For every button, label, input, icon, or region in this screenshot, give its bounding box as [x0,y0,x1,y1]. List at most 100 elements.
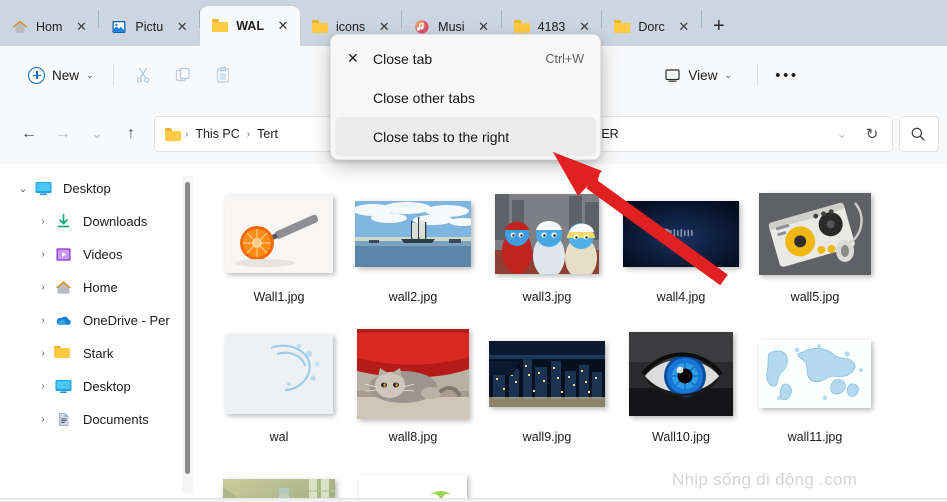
file-item[interactable]: wall [346,466,480,502]
new-tab-button[interactable]: + [702,10,736,42]
file-item[interactable]: wall5.jpg [748,186,882,326]
breadcrumb-this-pc[interactable]: This PC [190,125,244,143]
chevron-right-icon[interactable]: › [32,249,54,260]
file-name: wall3.jpg [522,290,572,304]
view-button[interactable]: View ⌄ [654,59,742,91]
sidebar-item-videos[interactable]: › Videos [0,238,182,271]
thumbnail [623,326,739,422]
desktop-icon [34,180,54,198]
new-button-label: New [52,67,80,83]
sidebar-item-stark[interactable]: › Stark [0,337,182,370]
sidebar-item-onedrive[interactable]: › OneDrive - Per [0,304,182,337]
navigation-pane-scrollbar[interactable] [182,176,193,494]
thumbnail [757,326,873,422]
thumbnail [355,326,471,422]
up-button[interactable]: ↑ [114,117,148,151]
toolbar-divider [112,64,114,86]
new-button[interactable]: New ⌄ [18,59,104,91]
breadcrumb-separator: › [246,128,251,140]
sidebar-item-desktop[interactable]: › Desktop [0,370,182,403]
breadcrumb-tert[interactable]: Tert [252,125,283,143]
tab-label: Hom [36,20,63,34]
menu-item-close-tab[interactable]: ✕ Close tab Ctrl+W [335,39,596,78]
folder-icon [165,127,181,141]
file-grid: Wall1.jpg wall2.jpg wall3.jpg wall4.jpg … [194,164,947,502]
file-item[interactable]: Wall12.jpg [212,466,346,502]
chevron-right-icon[interactable]: › [32,381,54,392]
menu-item-close-tabs-to-the-right[interactable]: Close tabs to the right [335,117,596,156]
tab-label: Dorc [638,20,665,34]
file-item[interactable]: Wall1.jpg [212,186,346,326]
file-item[interactable]: wall8.jpg [346,326,480,466]
copy-button[interactable] [163,58,203,92]
tab-close-button[interactable]: ✕ [673,16,695,38]
file-name: wall4.jpg [656,290,706,304]
sidebar-item-label: Desktop [83,379,131,394]
documents-icon [54,411,74,429]
file-item[interactable]: wal [212,326,346,466]
ellipsis-icon: ••• [775,66,799,84]
chevron-right-icon[interactable]: › [32,414,54,425]
tab-pictures[interactable]: Pictu ✕ [99,8,199,46]
toolbar-divider [757,64,758,86]
menu-item-label: Close other tabs [373,89,475,106]
cut-button[interactable] [123,58,163,92]
video-icon [54,246,74,264]
thumbnail [221,326,337,422]
sidebar-item-label: Documents [83,412,149,427]
file-name: wall5.jpg [790,290,840,304]
file-explorer-window: Hom ✕ Pictu ✕ WAL ✕ icons ✕ Musi ✕ 4183 … [0,0,947,502]
address-dropdown-button[interactable]: ⌄ [828,120,856,148]
chevron-down-icon: ⌄ [724,69,732,80]
music-icon [414,19,430,35]
monitor-icon [665,68,681,82]
close-icon: ✕ [347,50,359,66]
watermark-text: Nhịp sống di động .com [672,470,858,489]
refresh-button[interactable]: ↻ [858,120,886,148]
sidebar-item-desktop-root[interactable]: ⌄ Desktop [0,172,182,205]
menu-item-close-other-tabs[interactable]: Close other tabs [335,78,596,117]
tab-close-button[interactable]: ✕ [272,15,294,37]
tab-label: icons [335,20,366,34]
recent-locations-button[interactable]: ⌄ [80,117,114,151]
scrollbar-thumb[interactable] [185,182,190,474]
file-item[interactable]: wall9.jpg [480,326,614,466]
thumbnail [221,186,337,282]
file-name: wall9.jpg [522,430,572,444]
thumbnail [489,326,605,422]
file-item[interactable]: wall11.jpg [748,326,882,466]
tab-documents[interactable]: Dorc ✕ [602,8,700,46]
sidebar-item-documents[interactable]: › Documents [0,403,182,436]
search-input[interactable] [899,116,939,152]
tab-wallpaper-active[interactable]: WAL ✕ [200,6,300,46]
chevron-down-icon[interactable]: ⌄ [12,182,34,195]
sidebar-item-downloads[interactable]: › Downloads [0,205,182,238]
sidebar-item-home[interactable]: › Home [0,271,182,304]
back-button[interactable]: ← [12,117,46,151]
tab-close-button[interactable]: ✕ [171,16,193,38]
forward-button[interactable]: → [46,117,80,151]
file-list-view[interactable]: Wall1.jpg wall2.jpg wall3.jpg wall4.jpg … [194,164,947,502]
file-item[interactable]: wall4.jpg [614,186,748,326]
chevron-right-icon[interactable]: › [32,282,54,293]
chevron-right-icon[interactable]: › [32,315,54,326]
thumbnail [221,466,337,502]
menu-item-label: Close tabs to the right [373,128,510,145]
folder-icon [514,19,530,35]
status-bar [0,498,947,502]
file-item[interactable]: wall2.jpg [346,186,480,326]
paste-button[interactable] [203,58,243,92]
menu-item-shortcut: Ctrl+W [545,51,584,66]
tab-home[interactable]: Hom ✕ [0,8,98,46]
tab-close-button[interactable]: ✕ [70,16,92,38]
breadcrumb-separator: › [185,128,189,140]
sidebar-item-label: Home [83,280,118,295]
more-options-button[interactable]: ••• [767,58,807,92]
sidebar-item-label: Videos [83,247,123,262]
desktop-icon [54,378,74,396]
file-item[interactable]: Wall10.jpg [614,326,748,466]
chevron-right-icon[interactable]: › [32,216,54,227]
file-item[interactable]: wall3.jpg [480,186,614,326]
download-icon [54,213,74,231]
chevron-right-icon[interactable]: › [32,348,54,359]
